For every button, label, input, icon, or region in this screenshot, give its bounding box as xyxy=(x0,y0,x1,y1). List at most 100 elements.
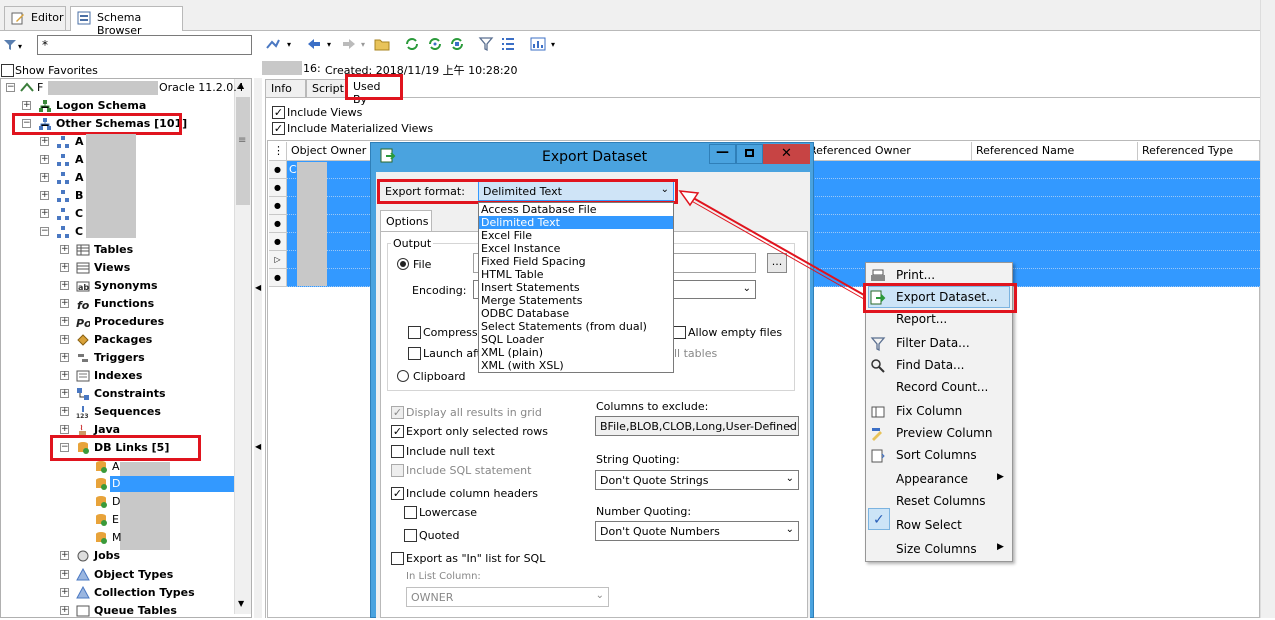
collapse-icon[interactable]: − xyxy=(40,227,49,236)
include-mviews-checkbox[interactable]: ✓ xyxy=(272,122,285,135)
filter-icon[interactable] xyxy=(3,38,17,52)
minimize-button[interactable]: — xyxy=(709,144,736,164)
menu-print[interactable]: Print... xyxy=(896,268,935,282)
folder-icon[interactable] xyxy=(374,36,390,52)
dropdown-icon[interactable]: ▾ xyxy=(287,40,291,49)
expand-icon[interactable]: + xyxy=(60,570,69,579)
launch-after-checkbox[interactable] xyxy=(408,347,421,360)
col-object-owner[interactable]: Object Owner xyxy=(287,142,377,161)
row-header[interactable]: ● xyxy=(269,233,287,251)
expand-icon[interactable]: + xyxy=(60,317,69,326)
tab-info[interactable]: Info xyxy=(265,79,306,97)
quoted-checkbox[interactable] xyxy=(404,529,417,542)
list-icon[interactable] xyxy=(500,36,516,52)
format-option[interactable]: Merge Statements xyxy=(479,294,673,307)
include-views-checkbox[interactable]: ✓ xyxy=(272,106,285,119)
include-sql-checkbox[interactable] xyxy=(391,464,404,477)
expand-icon[interactable]: + xyxy=(60,353,69,362)
col-referenced-type[interactable]: Referenced Type xyxy=(1138,142,1260,161)
lowercase-checkbox[interactable] xyxy=(404,506,417,519)
export-selected-checkbox[interactable]: ✓ xyxy=(391,425,404,438)
menu-sort-columns[interactable]: Sort Columns xyxy=(896,448,977,462)
format-option[interactable]: ODBC Database xyxy=(479,307,673,320)
format-option[interactable]: Excel Instance xyxy=(479,242,673,255)
expand-icon[interactable]: + xyxy=(40,209,49,218)
expand-icon[interactable]: + xyxy=(40,173,49,182)
include-null-checkbox[interactable] xyxy=(391,445,404,458)
include-headers-checkbox[interactable]: ✓ xyxy=(391,487,404,500)
export-in-list-checkbox[interactable] xyxy=(391,552,404,565)
file-radio[interactable] xyxy=(397,258,409,270)
menu-find-data[interactable]: Find Data... xyxy=(896,358,965,372)
dropdown-icon[interactable]: ▾ xyxy=(327,40,331,49)
format-option[interactable]: Excel File xyxy=(479,229,673,242)
format-option[interactable]: Access Database File xyxy=(479,203,673,216)
expand-icon[interactable]: + xyxy=(40,191,49,200)
tab-script[interactable]: Script xyxy=(306,79,347,97)
row-header[interactable]: ● xyxy=(269,179,287,197)
sql-icon[interactable] xyxy=(265,36,281,52)
menu-filter-data[interactable]: Filter Data... xyxy=(896,336,970,350)
expand-icon[interactable]: + xyxy=(40,137,49,146)
col-referenced-name[interactable]: Referenced Name xyxy=(972,142,1138,161)
expand-icon[interactable]: + xyxy=(60,371,69,380)
browse-button[interactable]: ... xyxy=(767,253,787,273)
refresh-icon[interactable] xyxy=(404,36,420,52)
row-header[interactable]: ● xyxy=(269,215,287,233)
expand-icon[interactable]: + xyxy=(60,299,69,308)
expand-icon[interactable]: + xyxy=(60,588,69,597)
forward-icon[interactable] xyxy=(341,36,357,52)
collapse-icon[interactable]: − xyxy=(6,83,15,92)
dropdown-icon[interactable]: ▾ xyxy=(551,40,555,49)
grid-row-header-col[interactable]: ⋮ xyxy=(269,142,287,161)
menu-report[interactable]: Report... xyxy=(896,312,947,326)
filter-dropdown-icon[interactable]: ▾ xyxy=(18,42,22,51)
tab-options[interactable]: Options xyxy=(380,210,432,232)
format-option[interactable]: Insert Statements xyxy=(479,281,673,294)
number-quoting-select[interactable]: Don't Quote Numbers ⌄ xyxy=(595,521,799,541)
splitter-arrow-icon[interactable]: ◀ xyxy=(255,442,261,451)
chart-icon[interactable] xyxy=(530,36,546,52)
expand-icon[interactable]: + xyxy=(60,245,69,254)
format-option-selected[interactable]: Delimited Text xyxy=(479,216,673,229)
menu-record-count[interactable]: Record Count... xyxy=(896,380,988,394)
columns-exclude-select[interactable]: BFile,BLOB,CLOB,Long,User-Defined ⌄ xyxy=(595,416,799,436)
dropdown-icon[interactable]: ▾ xyxy=(361,40,365,49)
tab-schema-browser[interactable]: Schema Browser xyxy=(70,6,183,37)
expand-icon[interactable]: + xyxy=(60,606,69,615)
expand-icon[interactable]: + xyxy=(60,425,69,434)
expand-icon[interactable]: + xyxy=(60,407,69,416)
schema-filter-input[interactable]: * xyxy=(37,35,252,55)
menu-export-dataset[interactable]: Export Dataset... xyxy=(896,290,998,304)
back-icon[interactable] xyxy=(306,36,322,52)
row-header-current[interactable]: ▷ xyxy=(269,251,287,269)
menu-size-columns[interactable]: Size Columns xyxy=(896,542,977,556)
expand-icon[interactable]: + xyxy=(60,389,69,398)
splitter-left-icon[interactable]: ◀ xyxy=(255,283,261,292)
string-quoting-select[interactable]: Don't Quote Strings ⌄ xyxy=(595,470,799,490)
format-option[interactable]: Fixed Field Spacing xyxy=(479,255,673,268)
expand-icon[interactable]: + xyxy=(40,155,49,164)
menu-preview-column[interactable]: Preview Column xyxy=(896,426,992,440)
refresh-selected-icon[interactable] xyxy=(449,36,465,52)
menu-fix-column[interactable]: Fix Column xyxy=(896,404,962,418)
expand-icon[interactable]: + xyxy=(60,281,69,290)
splitter[interactable]: ◀ ◀ xyxy=(254,78,262,618)
row-header[interactable]: ● xyxy=(269,161,287,179)
format-option[interactable]: XML (plain) xyxy=(479,346,673,359)
compress-checkbox[interactable] xyxy=(408,326,421,339)
tab-editor[interactable]: Editor xyxy=(4,6,66,30)
display-all-checkbox[interactable]: ✓ xyxy=(391,406,404,419)
maximize-button[interactable] xyxy=(736,144,763,164)
in-list-column-select[interactable]: OWNER ⌄ xyxy=(406,587,609,607)
format-option[interactable]: Select Statements (from dual) xyxy=(479,320,673,333)
format-option[interactable]: HTML Table xyxy=(479,268,673,281)
format-option[interactable]: SQL Loader xyxy=(479,333,673,346)
allow-empty-checkbox[interactable] xyxy=(673,326,686,339)
expand-icon[interactable]: + xyxy=(60,263,69,272)
row-header[interactable]: ● xyxy=(269,269,287,287)
tree-scrollbar[interactable]: ▲ ▼ ≡ xyxy=(234,79,251,614)
col-referenced-owner[interactable]: Referenced Owner xyxy=(805,142,972,161)
funnel-icon[interactable] xyxy=(478,36,494,52)
expand-icon[interactable]: + xyxy=(22,101,31,110)
